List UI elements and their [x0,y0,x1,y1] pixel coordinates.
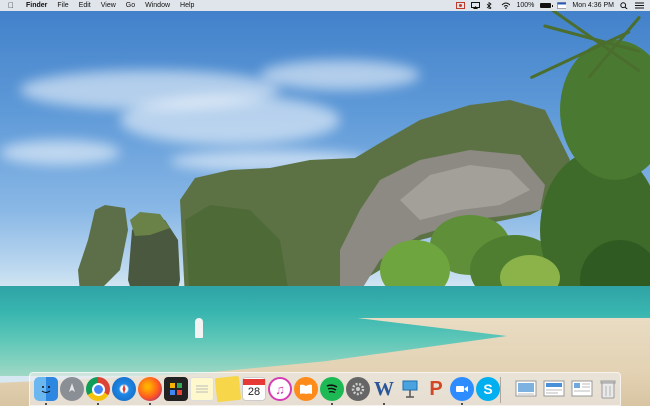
menu-go[interactable]: Go [121,0,140,11]
firefox-icon[interactable] [138,377,162,401]
spotify-icon[interactable] [320,377,344,401]
menu-edit[interactable]: Edit [74,0,96,11]
menu-help[interactable]: Help [175,0,199,11]
apple-menu-icon[interactable]:  [6,0,21,11]
flag-icon[interactable] [557,2,567,9]
skype-icon[interactable]: S [476,377,500,401]
notification-center-icon[interactable] [635,2,644,9]
powerpoint-icon[interactable]: P [424,377,448,401]
word-icon[interactable]: W [372,377,396,401]
keynote-icon[interactable] [398,377,422,401]
desktop-wallpaper [0,0,650,406]
dock: 28 ♫ W P S [29,372,621,406]
wifi-icon[interactable] [501,2,511,9]
launchpad-icon[interactable] [60,377,84,401]
finder-icon[interactable] [34,377,58,401]
stickies-icon[interactable] [214,375,242,403]
menu-file[interactable]: File [52,0,73,11]
bluetooth-icon[interactable] [486,2,495,9]
screenshot-icon[interactable] [542,377,566,401]
dock-separator [500,377,501,403]
calendar-day: 28 [247,386,261,398]
screen-recording-icon[interactable] [456,2,466,9]
chrome-icon[interactable] [86,377,110,401]
notes-icon[interactable] [190,377,214,401]
safari-icon[interactable] [112,377,136,401]
battery-icon[interactable] [540,3,554,8]
system-preferences-icon[interactable] [346,377,370,401]
preview-icon[interactable] [514,377,538,401]
battery-percent[interactable]: 100% [516,0,534,11]
tableplus-icon[interactable] [164,377,188,401]
menu-bar:  Finder File Edit View Go Window Help 1… [0,0,650,11]
document-icon[interactable] [570,377,594,401]
menu-finder[interactable]: Finder [21,0,52,11]
spotlight-search-icon[interactable] [620,2,629,9]
clock[interactable]: Mon 4:36 PM [572,0,614,11]
itunes-icon[interactable]: ♫ [268,377,292,401]
menu-window[interactable]: Window [140,0,175,11]
calendar-icon[interactable]: 28 [242,377,266,401]
menu-view[interactable]: View [96,0,121,11]
buoy [195,318,203,338]
books-icon[interactable] [294,377,318,401]
airplay-icon[interactable] [471,2,481,9]
zoom-icon[interactable] [450,377,474,401]
trash-icon[interactable] [596,377,620,401]
